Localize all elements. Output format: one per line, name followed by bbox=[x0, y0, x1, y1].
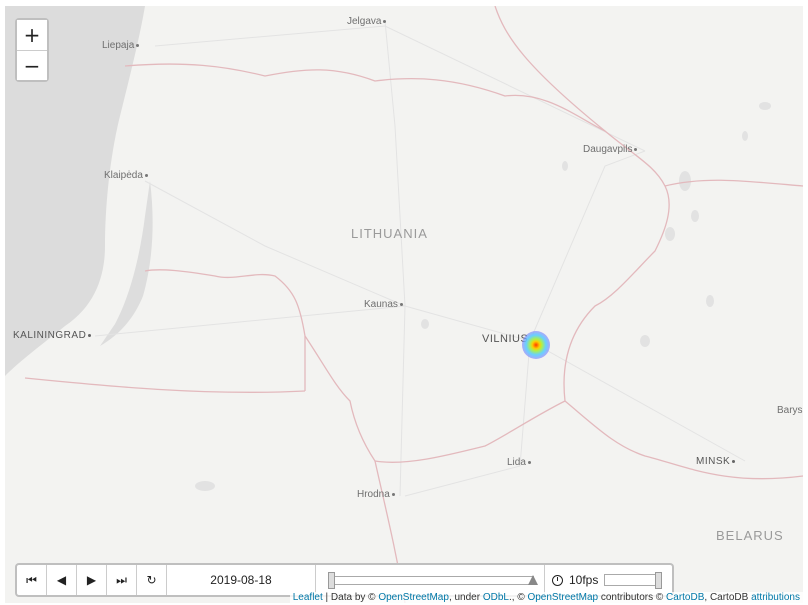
zoom-control: + − bbox=[15, 18, 49, 82]
city-label-liepaja: Liepaja bbox=[102, 40, 140, 51]
city-label-lida: Lida bbox=[507, 457, 531, 468]
city-label-hrodna: Hrodna bbox=[357, 489, 395, 500]
attribution: Leaflet | Data by © OpenStreetMap, under… bbox=[289, 592, 803, 603]
curonian-lagoon bbox=[100, 181, 153, 346]
loop-icon[interactable]: ↻ bbox=[137, 565, 167, 595]
city-label-jelgava: Jelgava bbox=[347, 16, 387, 27]
last-frame-button[interactable]: ⏭ bbox=[107, 565, 137, 595]
time-slider[interactable] bbox=[316, 565, 545, 595]
basemap bbox=[5, 6, 803, 603]
speed-slider[interactable] bbox=[604, 572, 663, 589]
first-frame-button[interactable]: ⏮ bbox=[17, 565, 47, 595]
country-label-lithuania: LITHUANIA bbox=[351, 226, 428, 241]
heatmap-blob-vilnius bbox=[522, 331, 550, 359]
odbl-link[interactable]: ODbL bbox=[483, 592, 509, 603]
city-label-daugavpils: Daugavpils bbox=[583, 144, 638, 155]
borders bbox=[24, 6, 803, 603]
time-slider-handle[interactable] bbox=[328, 572, 335, 589]
osm-link-1[interactable]: OpenStreetMap bbox=[378, 592, 449, 603]
speed-slider-handle[interactable] bbox=[655, 572, 663, 589]
city-label-kaliningrad: KALININGRAD bbox=[13, 330, 92, 341]
cartodb-link[interactable]: CartoDB bbox=[666, 592, 704, 603]
speed-label: 10fps bbox=[569, 573, 599, 587]
city-label-kaunas: Kaunas bbox=[364, 299, 403, 310]
zoom-out-button[interactable]: − bbox=[17, 50, 47, 80]
play-button[interactable]: ▶ bbox=[77, 565, 107, 595]
map-canvas[interactable]: LITHUANIA BELARUS VILNIUS KALININGRAD MI… bbox=[5, 6, 803, 603]
current-date: 2019-08-18 bbox=[167, 565, 316, 595]
city-label-klaipeda: Klaipėda bbox=[104, 170, 148, 181]
osm-link-2[interactable]: OpenStreetMap bbox=[527, 592, 598, 603]
country-label-belarus: BELARUS bbox=[716, 528, 784, 543]
leaflet-link[interactable]: Leaflet bbox=[293, 592, 323, 603]
time-slider-end-marker bbox=[528, 575, 538, 585]
zoom-in-button[interactable]: + bbox=[17, 20, 47, 50]
speed-control: 10fps bbox=[545, 565, 663, 595]
attributions-link[interactable]: attributions bbox=[751, 592, 800, 603]
clock-icon bbox=[552, 574, 563, 586]
city-label-barys: Barys bbox=[777, 405, 803, 416]
step-back-button[interactable]: ◀ bbox=[47, 565, 77, 595]
lakes bbox=[195, 102, 771, 491]
time-slider-track bbox=[328, 576, 534, 585]
city-label-minsk: MINSK bbox=[696, 456, 736, 467]
